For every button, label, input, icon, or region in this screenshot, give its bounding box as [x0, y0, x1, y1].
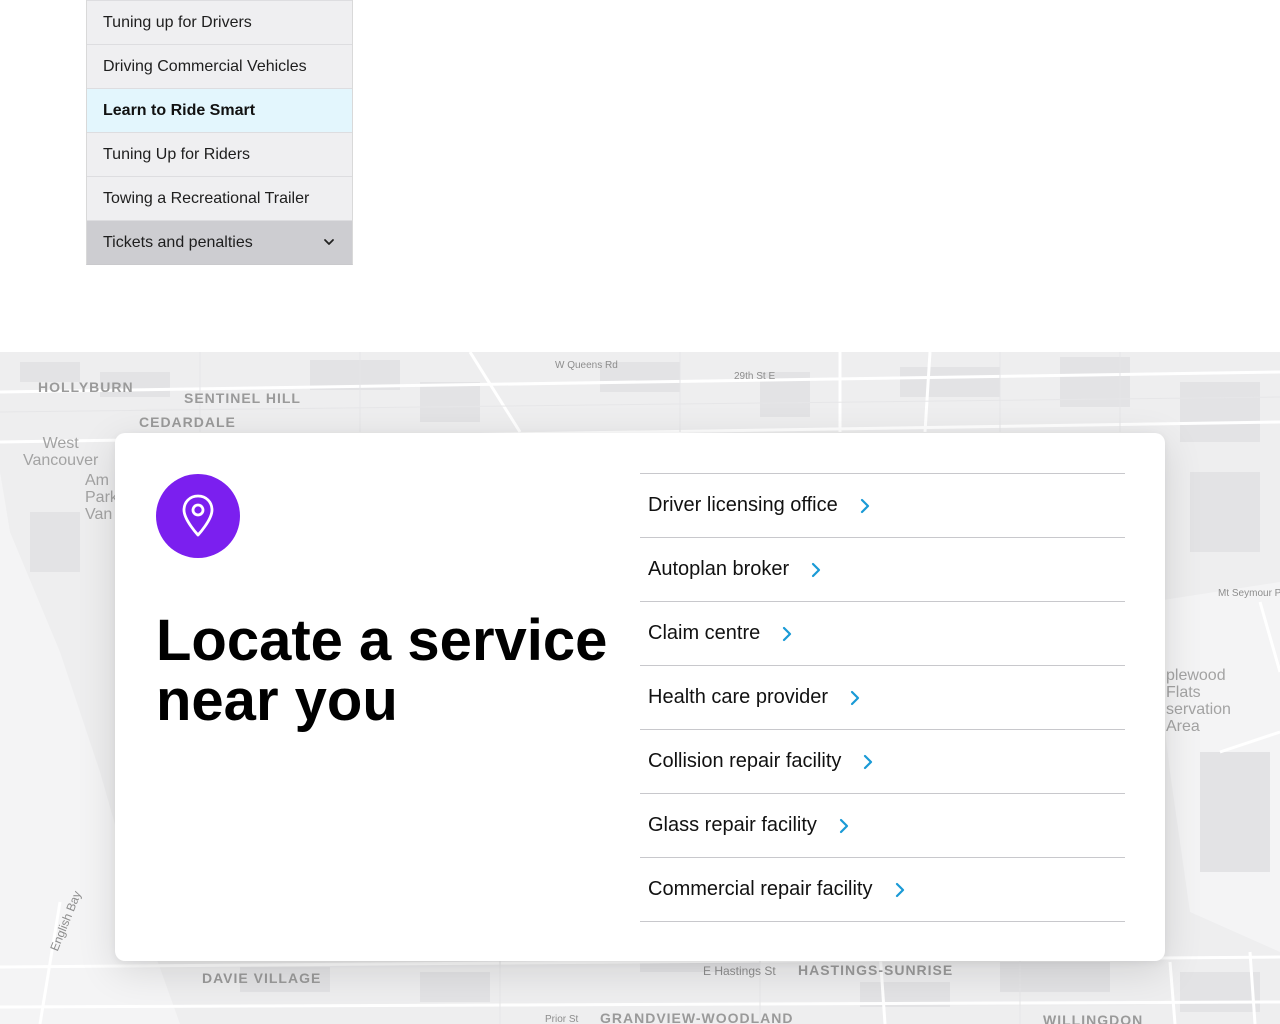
map-label-ambleside: Am Park Van [85, 472, 118, 523]
menu-item-tuning-up-riders[interactable]: Tuning Up for Riders [87, 132, 352, 176]
map-label-mt-seymour: Mt Seymour P [1218, 588, 1280, 599]
locate-service-card: Locate a service near you Driver licensi… [115, 433, 1165, 961]
map-label-willingdon: WILLINGDON [1043, 1012, 1144, 1024]
service-label: Autoplan broker [648, 558, 790, 580]
service-link-autoplan-broker[interactable]: Autoplan broker [640, 537, 1125, 601]
chevron-down-icon[interactable] [322, 235, 336, 249]
map-label-e-hastings: E Hastings St [703, 964, 776, 978]
map-label-cedardale: CEDARDALE [139, 414, 236, 430]
menu-item-tickets-penalties[interactable]: Tickets and penalties [87, 220, 352, 264]
chevron-right-icon [850, 690, 860, 705]
menu-item-label: Tuning Up for Riders [103, 145, 251, 163]
menu-item-label: Driving Commercial Vehicles [103, 57, 307, 75]
map-label-grandview: GRANDVIEW-WOODLAND [600, 1010, 794, 1024]
service-link-health-care[interactable]: Health care provider [640, 665, 1125, 729]
location-pin-icon [156, 474, 240, 558]
chevron-right-icon [812, 562, 821, 577]
service-label: Glass repair facility [648, 814, 817, 836]
chevron-right-icon [895, 882, 904, 897]
map-label-maplewood: plewood Flats servation Area [1166, 667, 1231, 735]
service-link-collision-repair[interactable]: Collision repair facility [640, 729, 1125, 793]
menu-item-tuning-up-drivers[interactable]: Tuning up for Drivers [87, 0, 352, 44]
map-label-prior-st: Prior St [545, 1014, 579, 1024]
map-label-29th-st: 29th St E [734, 371, 776, 382]
map-label-w-queens-rd: W Queens Rd [555, 360, 618, 371]
menu-item-towing-trailer[interactable]: Towing a Recreational Trailer [87, 176, 352, 220]
chevron-right-icon [860, 498, 869, 513]
topic-menu: Tuning up for Drivers Driving Commercial… [86, 0, 353, 265]
service-label: Driver licensing office [648, 494, 838, 516]
menu-item-label: Tuning up for Drivers [103, 13, 252, 31]
map-label-west-vancouver: West Vancouver [23, 435, 99, 469]
map-label-hollyburn: HOLLYBURN [38, 379, 134, 395]
service-link-driver-licensing[interactable]: Driver licensing office [640, 473, 1125, 537]
menu-item-label: Learn to Ride Smart [103, 101, 256, 119]
chevron-right-icon [864, 754, 873, 769]
service-link-claim-centre[interactable]: Claim centre [640, 601, 1125, 665]
map-label-hastings-sunrise: HASTINGS-SUNRISE [798, 962, 954, 978]
menu-item-commercial-vehicles[interactable]: Driving Commercial Vehicles [87, 44, 352, 88]
chevron-right-icon [839, 818, 849, 833]
service-label: Collision repair facility [648, 750, 842, 772]
map-label-sentinel-hill: SENTINEL HILL [184, 390, 301, 406]
menu-item-label: Tickets and penalties [103, 233, 253, 251]
service-label: Commercial repair facility [648, 878, 873, 900]
menu-item-learn-to-ride-smart[interactable]: Learn to Ride Smart [87, 88, 352, 132]
service-label: Claim centre [648, 622, 761, 644]
menu-item-label: Towing a Recreational Trailer [103, 189, 310, 207]
service-list: Driver licensing office Autoplan broker … [640, 473, 1125, 922]
service-link-commercial-repair[interactable]: Commercial repair facility [640, 857, 1125, 922]
chevron-right-icon [783, 626, 792, 641]
map-label-davie-village: DAVIE VILLAGE [202, 970, 322, 986]
service-link-glass-repair[interactable]: Glass repair facility [640, 793, 1125, 857]
service-label: Health care provider [648, 686, 829, 708]
page-title: Locate a service near you [156, 608, 608, 733]
